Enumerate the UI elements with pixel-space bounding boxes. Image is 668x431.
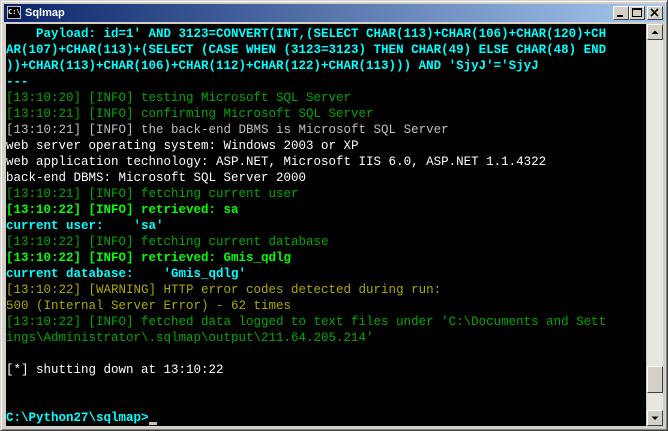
console-line: [13:10:22] [INFO] fetching current datab… bbox=[6, 235, 329, 249]
console-app-icon[interactable]: C:\ bbox=[7, 6, 21, 19]
console-line: AR(107)+CHAR(113)+(SELECT (CASE WHEN (31… bbox=[6, 43, 607, 57]
console-output[interactable]: Payload: id=1' AND 3123=CONVERT(INT,(SEL… bbox=[6, 24, 646, 426]
minimize-button[interactable] bbox=[613, 6, 629, 20]
console-line: web server operating system: Windows 200… bbox=[6, 139, 359, 153]
maximize-button[interactable] bbox=[629, 6, 645, 20]
scroll-up-button[interactable] bbox=[647, 24, 663, 40]
console-line: ings\Administrator\.sqlmap\output\211.64… bbox=[6, 331, 374, 345]
console-line: current user: 'sa' bbox=[6, 219, 164, 233]
console-line: [13:10:20] [INFO] testing Microsoft SQL … bbox=[6, 91, 352, 105]
maximize-icon bbox=[632, 8, 642, 17]
arrow-up-icon bbox=[651, 30, 659, 34]
close-icon bbox=[650, 8, 659, 17]
console-line: [13:10:21] [INFO] fetching current user bbox=[6, 187, 299, 201]
text-cursor bbox=[148, 422, 157, 425]
console-line: [13:10:22] [INFO] fetched data logged to… bbox=[6, 315, 607, 329]
console-line: 500 (Internal Server Error) - 62 times bbox=[6, 299, 292, 313]
title-bar[interactable]: C:\ Sqlmap bbox=[4, 4, 665, 22]
scroll-down-button[interactable] bbox=[647, 410, 663, 426]
vertical-scrollbar[interactable] bbox=[647, 24, 663, 426]
scroll-thumb[interactable] bbox=[647, 366, 663, 393]
console-line: web application technology: ASP.NET, Mic… bbox=[6, 155, 547, 169]
console-line: ))+CHAR(113)+CHAR(106)+CHAR(112)+CHAR(12… bbox=[6, 59, 539, 73]
console-window: C:\ Sqlmap Payload: id=1' AND 3123=CONVE… bbox=[0, 0, 668, 431]
window-title: Sqlmap bbox=[25, 7, 65, 19]
console-line: [13:10:22] [INFO] retrieved: Gmis_qdlg bbox=[6, 251, 292, 265]
close-button[interactable] bbox=[647, 6, 663, 20]
console-line: [13:10:22] [INFO] retrieved: sa bbox=[6, 203, 239, 217]
prompt-text: C:\Python27\sqlmap> bbox=[6, 411, 149, 425]
console-line: [*] shutting down at 13:10:22 bbox=[6, 363, 224, 377]
console-line: Payload: id=1' AND 3123=CONVERT(INT,(SEL… bbox=[6, 27, 607, 41]
console-line: [13:10:22] [WARNING] HTTP error codes de… bbox=[6, 283, 442, 297]
console-line: [13:10:21] [INFO] the back-end DBMS is M… bbox=[6, 123, 449, 137]
minimize-icon bbox=[617, 15, 623, 17]
arrow-down-icon bbox=[651, 416, 659, 420]
console-line: back-end DBMS: Microsoft SQL Server 2000 bbox=[6, 171, 307, 185]
command-prompt[interactable]: C:\Python27\sqlmap> bbox=[6, 410, 157, 426]
console-line: [13:10:21] [INFO] confirming Microsoft S… bbox=[6, 107, 374, 121]
console-line: current database: 'Gmis_qdlg' bbox=[6, 267, 247, 281]
console-line: --- bbox=[6, 75, 29, 89]
